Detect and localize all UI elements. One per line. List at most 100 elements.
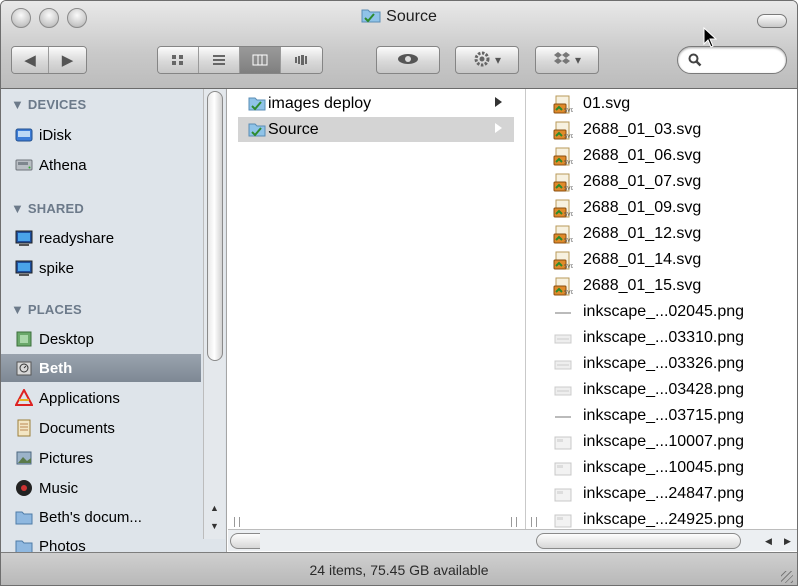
sidebar-scroll-thumb[interactable] — [207, 91, 223, 361]
sidebar-item-beth[interactable]: Beth — [1, 354, 201, 382]
folder-icon — [15, 537, 33, 552]
sidebar-item-readyshare[interactable]: readyshare — [1, 224, 201, 252]
sidebar-item-applications[interactable]: Applications — [1, 384, 201, 412]
svg-text:SVG: SVG — [564, 290, 573, 296]
file-name: 2688_01_14.svg — [583, 251, 702, 268]
dropbox-icon — [553, 51, 571, 70]
sidebar-item-pictures[interactable]: Pictures — [1, 444, 201, 472]
eye-icon — [397, 53, 419, 68]
toolbar-toggle-button[interactable] — [757, 14, 787, 28]
file-item[interactable]: SVG 01.svg — [527, 91, 797, 117]
back-button[interactable]: ◀ — [12, 47, 50, 73]
file-item[interactable]: SVG 2688_01_03.svg — [527, 117, 797, 143]
file-item[interactable]: SVG 2688_01_12.svg — [527, 221, 797, 247]
file-name: 2688_01_12.svg — [583, 225, 702, 242]
file-item[interactable]: SVG 2688_01_06.svg — [527, 143, 797, 169]
column-item-images-deploy[interactable]: images deploy — [238, 91, 514, 116]
sidebar-item-desktop[interactable]: Desktop — [1, 325, 201, 353]
file-name: inkscape_...10045.png — [583, 459, 745, 476]
horizontal-scroll-arrows[interactable]: ◀ ▶ — [759, 533, 797, 549]
home-icon — [15, 359, 33, 377]
status-text: 24 items, 75.45 GB available — [309, 562, 489, 578]
coverflow-view-button[interactable] — [281, 47, 322, 73]
file-item[interactable]: inkscape_...03715.png — [527, 403, 797, 429]
file-item[interactable]: inkscape_...10045.png — [527, 455, 797, 481]
scroll-down-arrow-icon[interactable]: ▼ — [210, 521, 219, 531]
folder-icon — [15, 508, 33, 526]
file-item[interactable]: inkscape_...03428.png — [527, 377, 797, 403]
file-item[interactable]: inkscape_...02045.png — [527, 299, 797, 325]
horizontal-scroll-thumb[interactable] — [536, 533, 741, 549]
file-item[interactable]: SVG 2688_01_15.svg — [527, 273, 797, 299]
file-item[interactable]: SVG 2688_01_09.svg — [527, 195, 797, 221]
file-item[interactable]: SVG 2688_01_14.svg — [527, 247, 797, 273]
column-view-button[interactable] — [240, 47, 281, 73]
forward-button[interactable]: ▶ — [49, 47, 86, 73]
column-resize-handle[interactable] — [531, 517, 537, 527]
music-icon — [15, 479, 33, 497]
toolbar: Source ◀ ▶ ▾ ▾ — [1, 1, 797, 89]
scroll-left-arrow-icon[interactable]: ◀ — [765, 536, 772, 547]
search-field[interactable] — [677, 46, 787, 74]
sidebar-section-shared[interactable]: ▼ SHARED — [11, 201, 84, 216]
file-name: inkscape_...03428.png — [583, 381, 745, 398]
chevron-down-icon: ▾ — [574, 53, 582, 67]
sidebar-item-documents[interactable]: Documents — [1, 414, 201, 442]
scroll-up-arrow-icon[interactable]: ▲ — [210, 503, 219, 513]
column-resize-handle[interactable] — [511, 517, 517, 527]
sidebar: ▼ DEVICES iDisk Athena ▼ SHARED readysha… — [1, 89, 227, 552]
file-item[interactable]: SVG 2688_01_07.svg — [527, 169, 797, 195]
finder-window: Source ◀ ▶ ▾ ▾ ▼ DEVICES iDisk Athena ▼ … — [0, 0, 798, 586]
file-name: inkscape_...03326.png — [583, 355, 745, 372]
scroll-right-arrow-icon[interactable]: ▶ — [784, 536, 791, 547]
column-1: images deploy Source — [228, 89, 526, 529]
action-menu-button[interactable]: ▾ — [455, 46, 519, 74]
file-name: inkscape_...24847.png — [583, 485, 745, 502]
sidebar-section-devices[interactable]: ▼ DEVICES — [11, 97, 86, 112]
file-item[interactable]: inkscape_...24925.png — [527, 507, 797, 529]
file-name: 2688_01_03.svg — [583, 121, 702, 138]
svg-text:SVG: SVG — [564, 160, 573, 166]
sidebar-item-beths-documents[interactable]: Beth's docum... — [1, 503, 201, 531]
documents-icon — [15, 419, 33, 437]
column-item-source[interactable]: Source — [238, 117, 514, 142]
view-mode-control — [157, 46, 323, 74]
mouse-pointer-icon — [703, 26, 718, 53]
sidebar-scroll-arrows[interactable]: ▲ ▼ — [204, 499, 226, 539]
idisk-icon — [15, 126, 33, 144]
disclosure-arrow-icon — [495, 97, 502, 107]
harddisk-icon — [15, 156, 33, 174]
file-item[interactable]: inkscape_...10007.png — [527, 429, 797, 455]
icon-view-button[interactable] — [158, 47, 199, 73]
sidebar-scrollbar[interactable]: ▲ ▼ — [203, 89, 225, 539]
sidebar-section-places[interactable]: ▼ PLACES — [11, 302, 82, 317]
resize-grip-icon[interactable] — [781, 571, 793, 583]
server-icon — [15, 229, 33, 247]
back-forward-control: ◀ ▶ — [11, 46, 87, 74]
png-file-icon — [553, 511, 573, 529]
column-resize-handle[interactable] — [234, 517, 240, 527]
file-item[interactable]: inkscape_...03326.png — [527, 351, 797, 377]
list-view-button[interactable] — [199, 47, 240, 73]
quick-look-button[interactable] — [376, 46, 440, 74]
dropbox-menu-button[interactable]: ▾ — [535, 46, 599, 74]
file-item[interactable]: inkscape_...03310.png — [527, 325, 797, 351]
folder-icon — [248, 95, 266, 116]
svg-text:SVG: SVG — [564, 134, 573, 140]
sidebar-item-photos[interactable]: Photos — [1, 532, 201, 552]
file-name: inkscape_...03715.png — [583, 407, 745, 424]
sidebar-item-idisk[interactable]: iDisk — [1, 121, 201, 149]
chevron-down-icon: ▾ — [494, 53, 502, 67]
file-name: inkscape_...02045.png — [583, 303, 745, 320]
status-bar: 24 items, 75.45 GB available — [1, 552, 797, 585]
horizontal-scrollbar[interactable]: ◀ ▶ — [228, 529, 797, 551]
sidebar-item-athena[interactable]: Athena — [1, 151, 201, 179]
file-name: 2688_01_09.svg — [583, 199, 702, 216]
file-name: 01.svg — [583, 95, 631, 112]
sidebar-item-music[interactable]: Music — [1, 474, 201, 502]
sidebar-item-spike[interactable]: spike — [1, 254, 201, 282]
file-item[interactable]: inkscape_...24847.png — [527, 481, 797, 507]
search-input[interactable] — [706, 52, 778, 67]
horizontal-scroll-track-start[interactable] — [230, 533, 260, 549]
gear-icon — [473, 50, 491, 71]
